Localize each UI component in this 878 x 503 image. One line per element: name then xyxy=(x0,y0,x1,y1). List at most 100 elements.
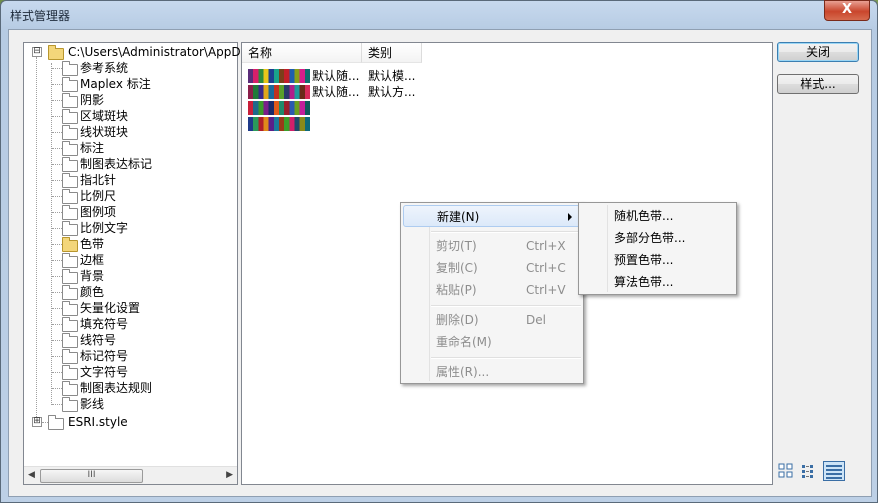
submenu-item-label: 预置色带... xyxy=(614,253,674,267)
menu-item-shortcut: Ctrl+X xyxy=(526,239,566,253)
folder-icon xyxy=(62,173,78,188)
scroll-left-icon[interactable]: ◀ xyxy=(28,470,35,480)
menu-item-label: 复制(C) xyxy=(436,261,478,275)
list-item-name[interactable]: 默认随... xyxy=(312,69,359,83)
tree-item[interactable]: 线状斑块 xyxy=(80,124,128,140)
menu-item-label: 重命名(M) xyxy=(436,335,492,349)
folder-icon xyxy=(62,205,78,220)
folder-icon xyxy=(62,333,78,348)
menu-item[interactable]: 复制(C) Ctrl+C xyxy=(403,257,581,279)
tree-item[interactable]: 制图表达规则 xyxy=(80,380,152,396)
expand-icon[interactable]: ⊞ xyxy=(32,417,42,427)
folder-icon xyxy=(62,365,78,380)
submenu-item-label: 随机色带... xyxy=(614,209,674,223)
folder-icon xyxy=(62,253,78,268)
folder-icon xyxy=(62,317,78,332)
tree-item-esri-style[interactable]: ESRI.style xyxy=(68,414,128,430)
tree-item[interactable]: 阴影 xyxy=(80,92,104,108)
folder-icon xyxy=(62,93,78,108)
collapse-icon[interactable]: ⊟ xyxy=(32,47,42,57)
submenu-item-label: 多部分色带... xyxy=(614,231,686,245)
tree-item[interactable]: 边框 xyxy=(80,252,104,268)
folder-icon xyxy=(62,349,78,364)
tree-item[interactable]: 制图表达标记 xyxy=(80,156,152,172)
details-view-icon[interactable] xyxy=(823,461,845,481)
tree-item[interactable]: 矢量化设置 xyxy=(80,300,140,316)
scroll-thumb[interactable]: III xyxy=(40,469,143,483)
context-menu: 新建(N) 剪切(T) Ctrl+X 复制(C) Ctrl+C 粘贴(P) Ctrl+V 删除… xyxy=(400,202,584,384)
large-icons-icon[interactable] xyxy=(777,462,795,480)
menu-item-label: 删除(D) xyxy=(436,313,479,327)
menu-item[interactable]: 删除(D) Del xyxy=(403,309,581,331)
window-title: 样式管理器 xyxy=(10,9,71,23)
submenu-item[interactable]: 多部分色带... xyxy=(581,227,734,249)
folder-icon xyxy=(62,301,78,316)
folder-icon xyxy=(62,221,78,236)
tree-item[interactable]: 指北针 xyxy=(80,172,116,188)
scroll-right-icon[interactable]: ▶ xyxy=(226,470,233,480)
folder-open-icon xyxy=(48,45,64,60)
menu-item[interactable]: 重命名(M) xyxy=(403,331,581,353)
tree-item[interactable]: 颜色 xyxy=(80,284,104,300)
menu-item-label: 新建(N) xyxy=(437,210,480,224)
folder-icon xyxy=(62,157,78,172)
folder-icon xyxy=(48,415,64,430)
folder-icon xyxy=(62,61,78,76)
list-item-category: 默认方... xyxy=(368,85,416,99)
tree-item[interactable]: 标注 xyxy=(80,140,104,156)
tree-item[interactable]: 填充符号 xyxy=(80,316,128,332)
submenu-item[interactable]: 算法色带... xyxy=(581,271,734,293)
folder-icon xyxy=(62,189,78,204)
list-item-name[interactable]: 默认随... xyxy=(312,85,359,99)
tree-item[interactable]: 色带 xyxy=(80,236,104,252)
menu-item[interactable]: 剪切(T) Ctrl+X xyxy=(403,235,581,257)
submenu-item-label: 算法色带... xyxy=(614,275,674,289)
new-submenu: 随机色带... 多部分色带... 预置色带... 算法色带... xyxy=(578,202,737,295)
folder-icon xyxy=(62,125,78,140)
tree-item[interactable]: 参考系统 xyxy=(80,60,128,76)
folder-icon xyxy=(62,381,78,396)
tree-item[interactable]: 区域斑块 xyxy=(80,108,128,124)
menu-item[interactable]: 粘贴(P) Ctrl+V xyxy=(403,279,581,301)
folder-icon xyxy=(62,269,78,284)
list-view-icon[interactable] xyxy=(800,462,818,480)
style-tree: ⊟ C:\Users\Administrator\AppData\Ro 参考系统… xyxy=(23,42,279,485)
color-ramp-swatch[interactable] xyxy=(248,117,310,131)
menu-item-shortcut: Del xyxy=(526,313,546,327)
tree-item[interactable]: 影线 xyxy=(80,396,104,412)
column-header-name[interactable]: 名称 xyxy=(242,43,362,63)
color-ramp-swatch[interactable] xyxy=(248,69,310,83)
color-ramp-swatch[interactable] xyxy=(248,101,310,115)
title-bar[interactable]: 样式管理器 X xyxy=(1,0,877,27)
folder-open-icon xyxy=(62,237,78,252)
window-close-button[interactable]: X xyxy=(824,0,870,21)
menu-item[interactable]: 新建(N) xyxy=(403,205,581,227)
tree-item[interactable]: 比例文字 xyxy=(80,220,128,236)
menu-item-label: 剪切(T) xyxy=(436,239,477,253)
column-header-category[interactable]: 类别 xyxy=(362,43,422,63)
folder-icon xyxy=(62,397,78,412)
submenu-item[interactable]: 随机色带... xyxy=(581,205,734,227)
menu-item-shortcut: Ctrl+C xyxy=(526,261,566,275)
close-button[interactable]: 关闭 xyxy=(777,42,859,62)
tree-item[interactable]: 标记符号 xyxy=(80,348,128,364)
folder-icon xyxy=(62,285,78,300)
folder-icon xyxy=(62,77,78,92)
submenu-item[interactable]: 预置色带... xyxy=(581,249,734,271)
color-ramp-swatch[interactable] xyxy=(248,85,310,99)
tree-item[interactable]: 图例项 xyxy=(80,204,116,220)
tree-horizontal-scrollbar[interactable]: ◀ III ▶ xyxy=(24,466,237,484)
tree-item[interactable]: 文字符号 xyxy=(80,364,128,380)
menu-item[interactable]: 属性(R)... xyxy=(403,361,581,383)
menu-item-label: 粘贴(P) xyxy=(436,283,477,297)
folder-icon xyxy=(62,109,78,124)
tree-item[interactable]: 比例尺 xyxy=(80,188,116,204)
tree-item[interactable]: 线符号 xyxy=(80,332,116,348)
menu-item-shortcut: Ctrl+V xyxy=(526,283,566,297)
tree-item[interactable]: 背景 xyxy=(80,268,104,284)
tree-item[interactable]: Maplex 标注 xyxy=(80,76,151,92)
styles-button[interactable]: 样式... xyxy=(777,74,859,94)
menu-item-label: 属性(R)... xyxy=(436,365,490,379)
list-item-category: 默认模... xyxy=(368,69,416,83)
folder-icon xyxy=(62,141,78,156)
